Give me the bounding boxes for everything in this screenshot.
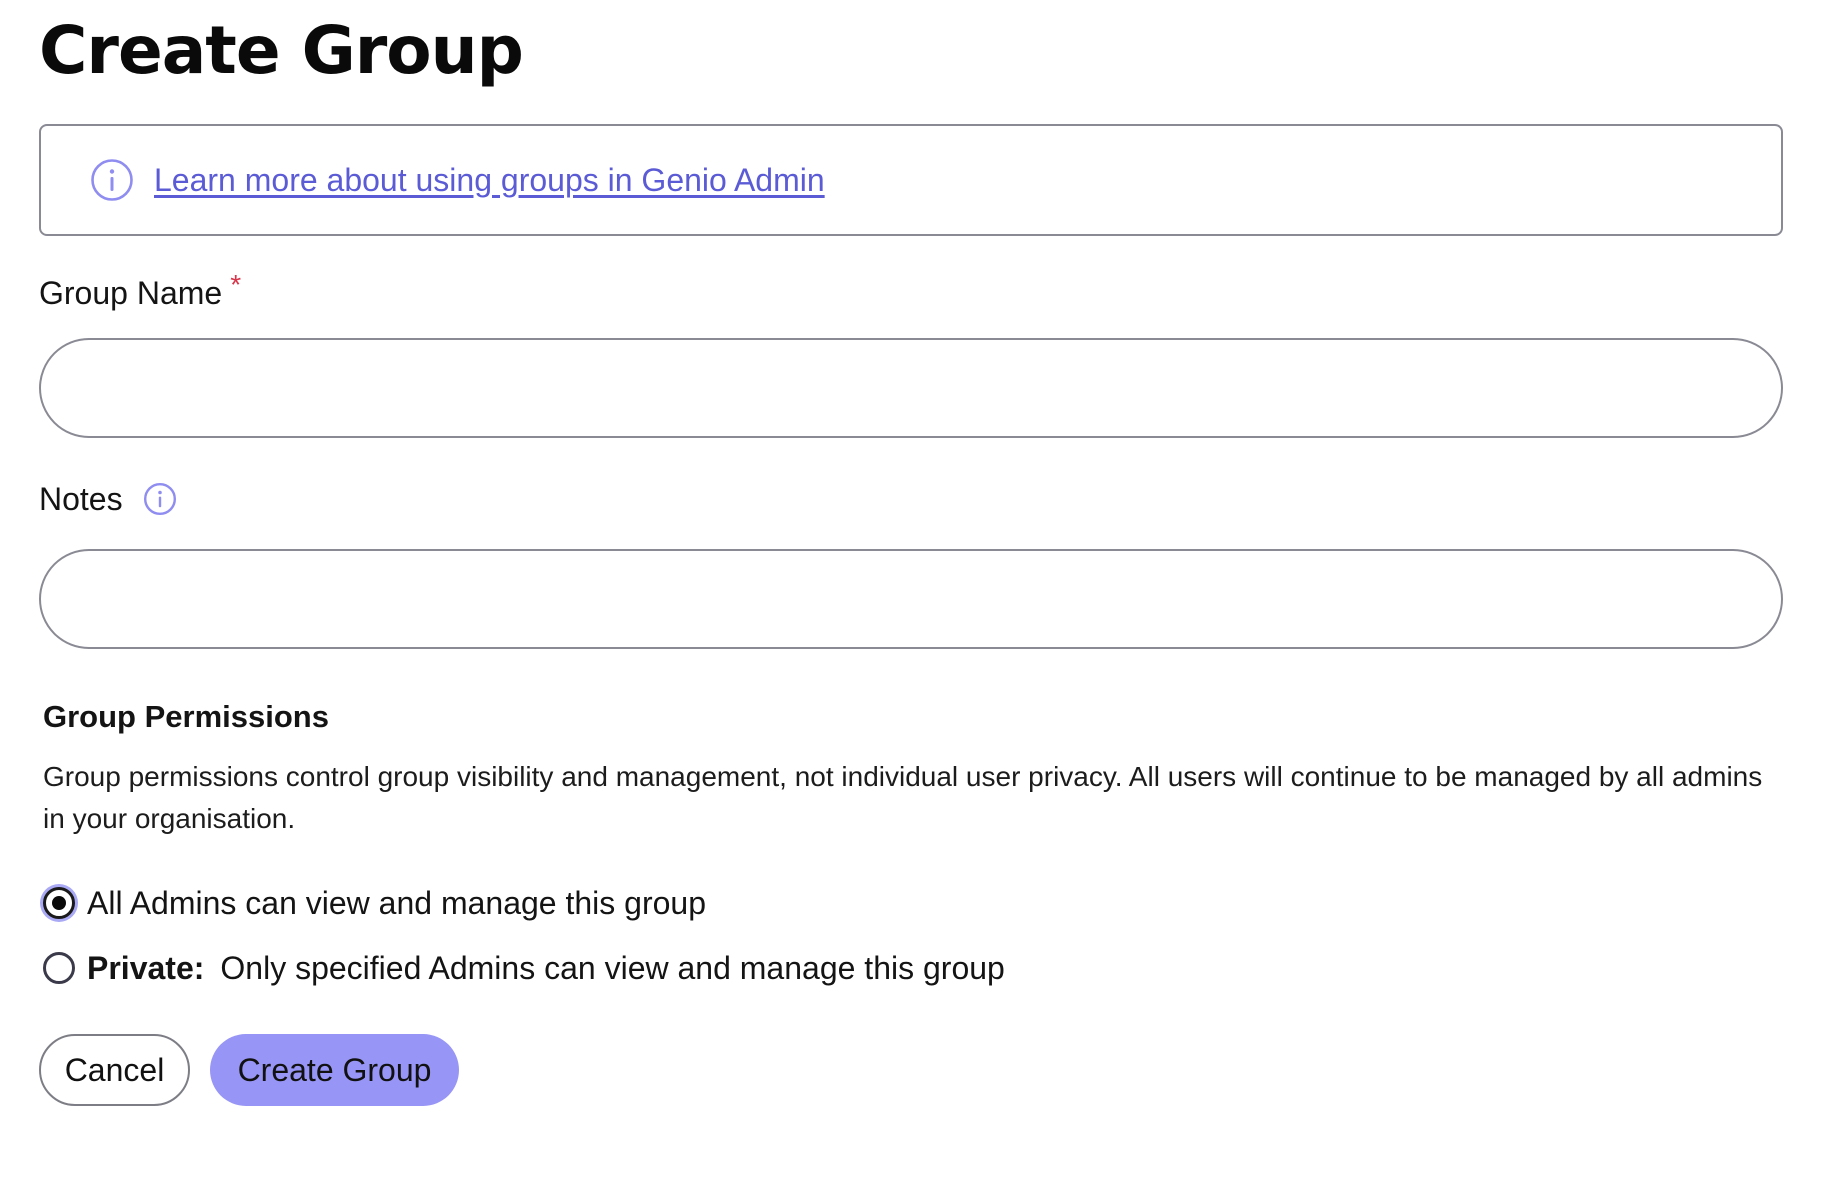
info-circle-icon[interactable] <box>143 482 177 516</box>
radio-button-unselected[interactable] <box>43 952 75 984</box>
info-circle-icon <box>91 159 133 201</box>
radio-dot <box>52 896 66 910</box>
radio-button-selected[interactable] <box>43 887 75 919</box>
permission-option-all-admins-label: All Admins can view and manage this grou… <box>87 885 707 921</box>
page-title: Create Group <box>39 12 524 89</box>
group-name-input[interactable] <box>39 338 1783 438</box>
notes-input[interactable] <box>39 549 1783 649</box>
group-permissions-heading: Group Permissions <box>43 699 329 734</box>
notes-label-text: Notes <box>39 481 123 517</box>
info-banner: Learn more about using groups in Genio A… <box>39 124 1783 236</box>
group-permissions-description: Group permissions control group visibili… <box>43 761 1763 834</box>
learn-more-link[interactable]: Learn more about using groups in Genio A… <box>154 162 825 199</box>
notes-label: Notes <box>39 479 177 519</box>
group-name-label-text: Group Name <box>39 275 223 311</box>
permission-option-private-label: Only specified Admins can view and manag… <box>220 950 1005 986</box>
permission-option-all-admins[interactable]: All Admins can view and manage this grou… <box>43 883 706 923</box>
group-name-label: Group Name * <box>39 269 241 313</box>
cancel-button[interactable]: Cancel <box>39 1034 190 1106</box>
required-marker: * <box>230 269 242 300</box>
create-group-button[interactable]: Create Group <box>210 1034 459 1106</box>
permission-option-private-prefix: Private: <box>87 950 205 986</box>
permission-option-private[interactable]: Private: Only specified Admins can view … <box>43 948 1005 988</box>
